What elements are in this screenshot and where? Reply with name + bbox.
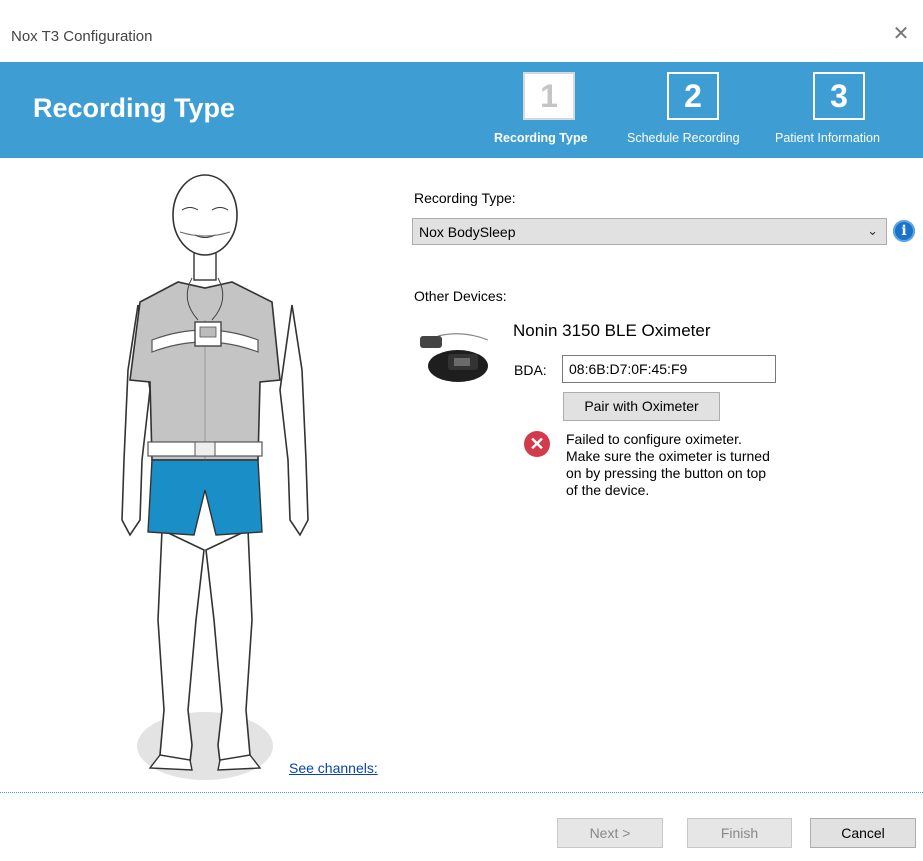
header-banner: Recording Type 1 2 3 Recording Type Sche…: [0, 62, 923, 158]
close-icon[interactable]: ✕: [887, 20, 915, 48]
other-devices-label: Other Devices:: [414, 288, 507, 304]
pair-with-oximeter-button[interactable]: Pair with Oximeter: [563, 392, 720, 421]
step-3-label: Patient Information: [775, 131, 880, 145]
step-3-box: 3: [813, 72, 865, 120]
finish-button[interactable]: Finish: [687, 818, 792, 848]
body-sensor-figure: [121, 174, 309, 780]
title-bar: Nox T3 Configuration ✕: [0, 14, 923, 62]
bda-input[interactable]: [562, 355, 776, 383]
step-1-box: 1: [523, 72, 575, 120]
error-icon: ✕: [524, 431, 550, 457]
recording-type-value: Nox BodySleep: [419, 224, 516, 240]
shorts: [147, 459, 263, 536]
oximeter-device-image: [420, 333, 489, 382]
info-icon[interactable]: i: [893, 220, 915, 242]
footer-separator: [0, 792, 923, 793]
window-title: Nox T3 Configuration: [11, 28, 153, 45]
cancel-button[interactable]: Cancel: [810, 818, 916, 848]
floor-shadow: [137, 712, 273, 780]
step-2-label: Schedule Recording: [627, 131, 740, 145]
next-button[interactable]: Next >: [557, 818, 663, 848]
recording-type-label: Recording Type:: [414, 190, 516, 206]
device-name: Nonin 3150 BLE Oximeter: [513, 321, 711, 340]
error-line: of the device.: [566, 482, 650, 498]
chevron-down-icon: ⌄: [867, 223, 878, 238]
error-line: Failed to configure oximeter.: [566, 431, 742, 447]
recording-type-select[interactable]: Nox BodySleep ⌄: [412, 218, 887, 245]
error-message: Failed to configure oximeter. Make sure …: [566, 431, 826, 499]
see-channels-link[interactable]: See channels:: [289, 760, 378, 776]
error-line: Make sure the oximeter is turned: [566, 448, 770, 464]
top-strip: [0, 0, 923, 14]
page-title: Recording Type: [33, 93, 236, 123]
step-2-box: 2: [667, 72, 719, 120]
error-line: on by pressing the button on top: [566, 465, 767, 481]
step-1-label: Recording Type: [494, 131, 588, 145]
bda-label: BDA:: [514, 362, 547, 378]
